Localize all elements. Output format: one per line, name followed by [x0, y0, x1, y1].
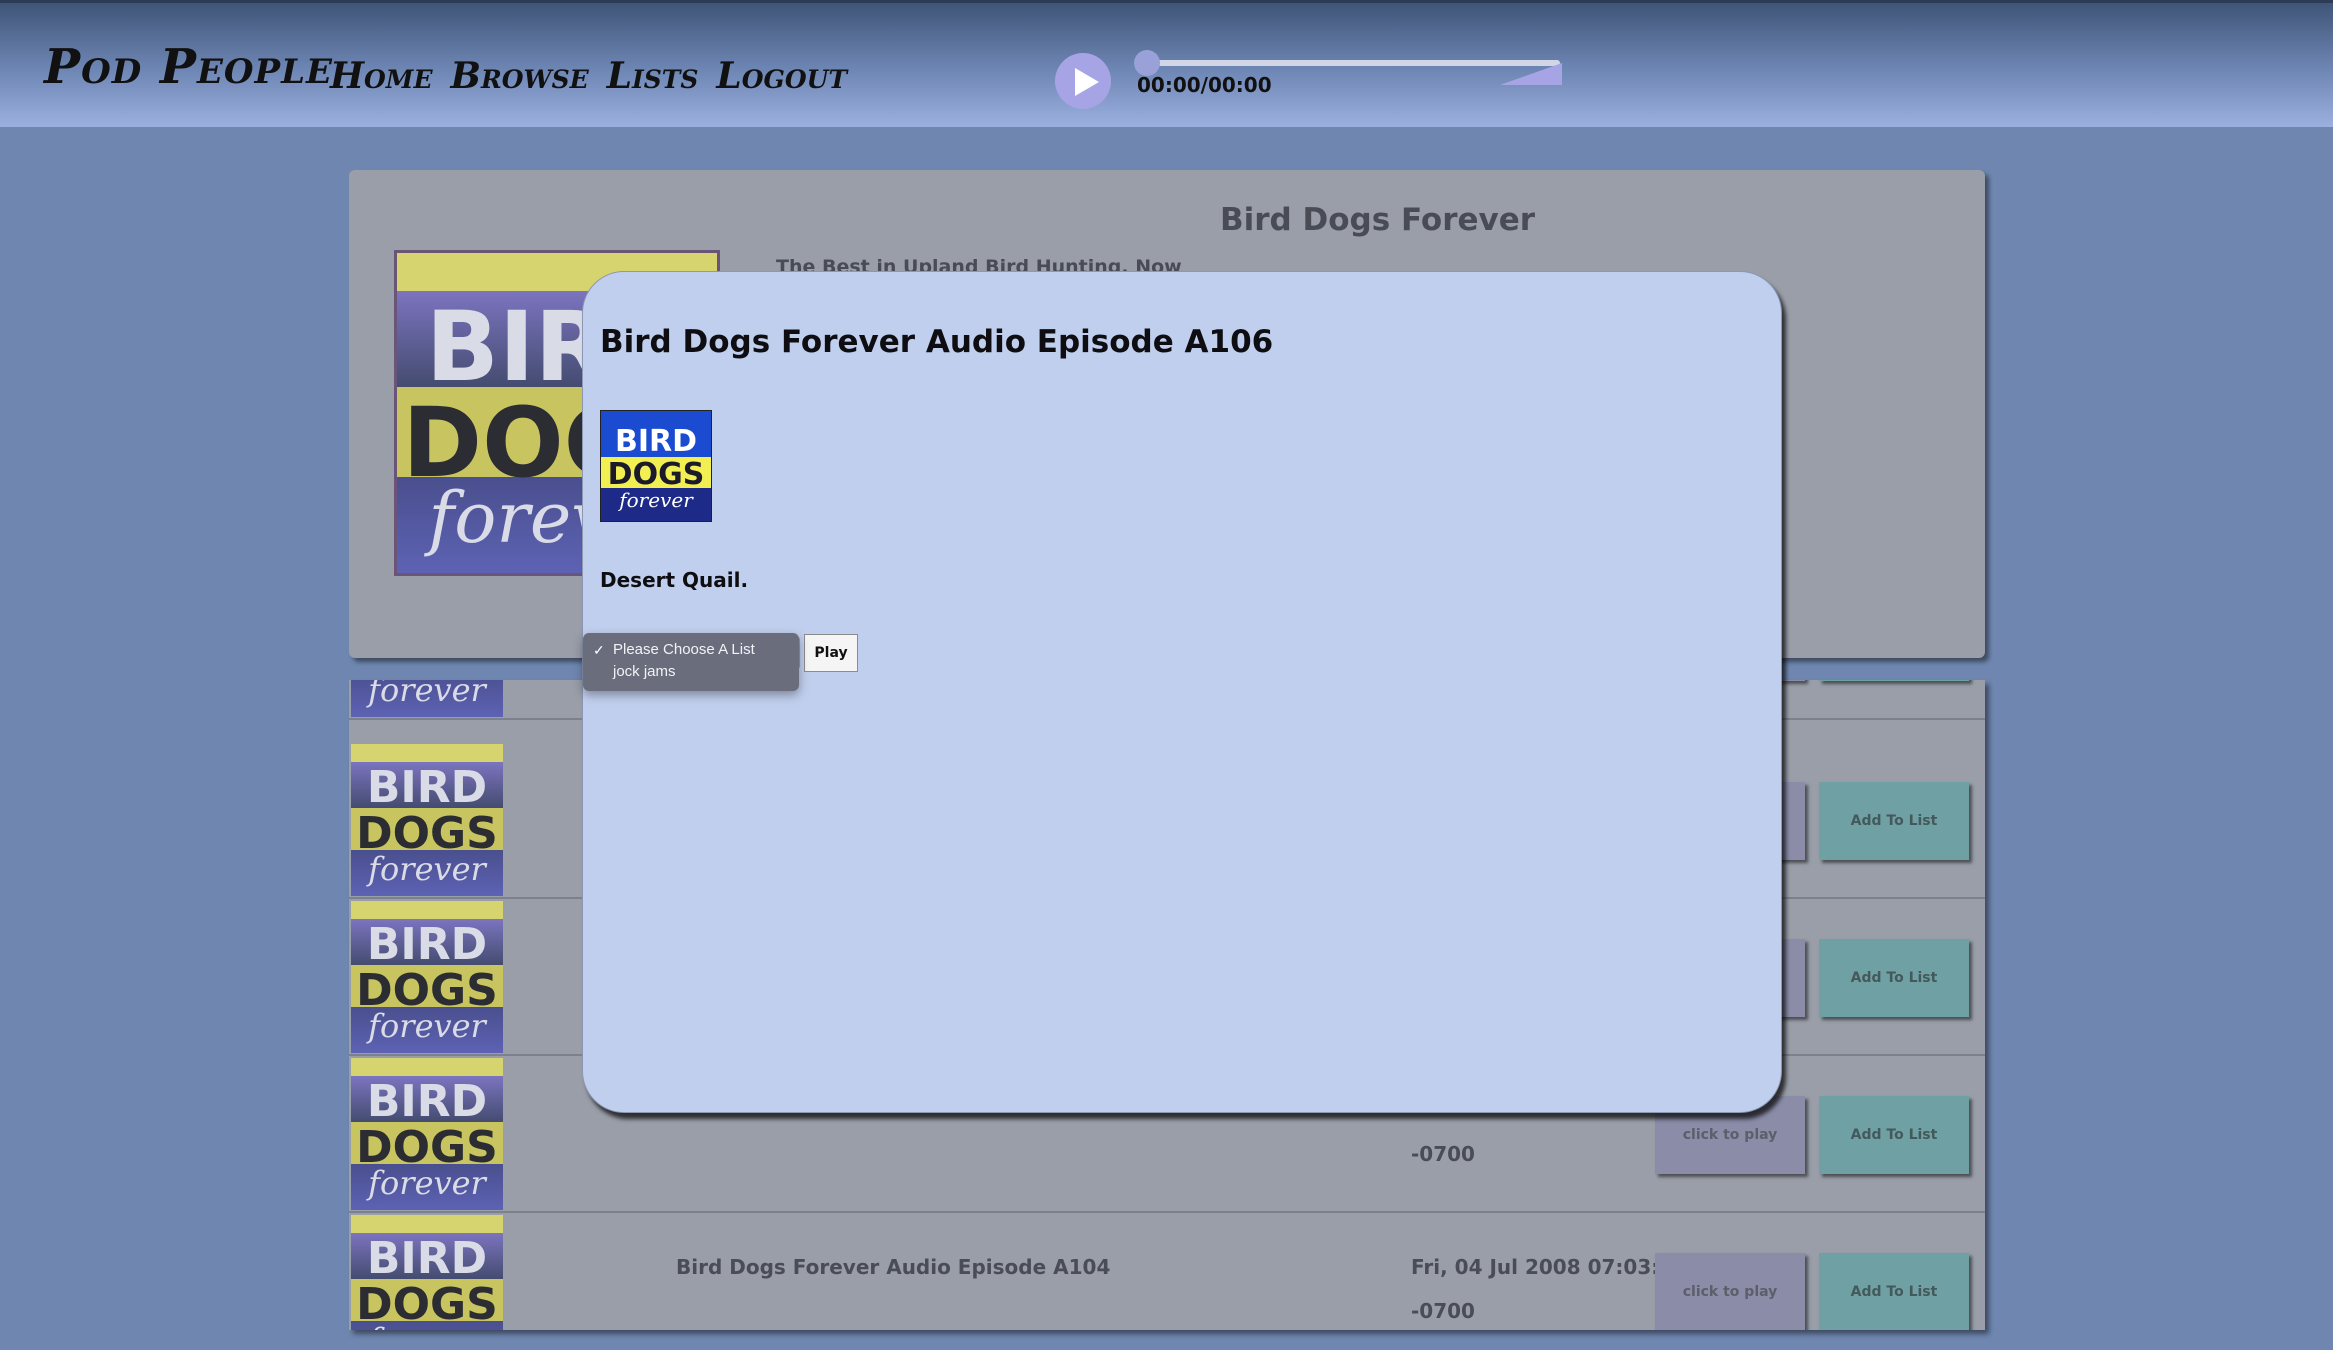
- modal-play-button[interactable]: Play: [804, 634, 858, 672]
- add-to-list-button[interactable]: Add To List: [1819, 939, 1969, 1017]
- episode-thumbnail: BIRD DOGS forever: [351, 680, 503, 717]
- play-icon: [1075, 68, 1099, 96]
- modal-episode-description: Desert Quail.: [600, 568, 749, 592]
- episode-timezone: -0700: [1411, 1299, 1475, 1323]
- list-select-dropdown: ✓ Please Choose A List jock jams: [583, 633, 799, 691]
- thumb-text-forever: forever: [368, 680, 486, 710]
- option-label: Please Choose A List: [613, 641, 755, 658]
- header-bar: Pod People Home Browse Lists Logout 00:0…: [0, 0, 2333, 127]
- player-time: 00:00/00:00: [1137, 73, 1272, 97]
- podcast-title: Bird Dogs Forever: [1220, 202, 1536, 238]
- thumb-text-bird: BIRD: [366, 1076, 488, 1128]
- modal-episode-artwork: BIRD DOGS forever: [600, 410, 712, 522]
- modal-art-text-dogs: DOGS: [607, 457, 705, 493]
- thumb-text-forever: forever: [351, 1321, 503, 1330]
- episode-modal: Bird Dogs Forever Audio Episode A106 BIR…: [582, 271, 1782, 1113]
- thumb-text-bird: BIRD: [366, 1233, 488, 1285]
- thumb-text-forever: forever: [368, 1164, 486, 1203]
- modal-title: Bird Dogs Forever Audio Episode A106: [600, 324, 1274, 360]
- player-progress-bar[interactable]: [1134, 50, 1560, 76]
- dropdown-option-choose-list[interactable]: ✓ Please Choose A List: [583, 639, 799, 661]
- nav-home-link[interactable]: Home: [330, 55, 433, 97]
- episode-date: Fri, 04 Jul 2008 07:03:06: [1411, 1255, 1688, 1279]
- nav-browse-link[interactable]: Browse: [451, 55, 589, 97]
- episode-timezone: -0700: [1411, 1142, 1475, 1166]
- thumb-text-bird: BIRD: [366, 762, 488, 814]
- checkmark-icon: ✓: [593, 642, 605, 658]
- add-to-list-button[interactable]: [1819, 680, 1969, 681]
- episode-thumbnail: BIRD DOGS forever: [351, 744, 503, 896]
- episode-thumbnail: BIRD DOGS forever: [351, 1215, 503, 1330]
- dropdown-option-jock-jams[interactable]: jock jams: [583, 661, 799, 683]
- add-to-list-button[interactable]: Add To List: [1819, 1096, 1969, 1174]
- player-play-button[interactable]: [1055, 53, 1111, 109]
- modal-art-text-forever: forever: [619, 488, 693, 512]
- thumb-text-forever: forever: [368, 1007, 486, 1046]
- modal-art-text-bird: BIRD: [614, 424, 698, 460]
- add-to-list-button[interactable]: Add To List: [1819, 782, 1969, 860]
- add-to-list-button[interactable]: Add To List: [1819, 1253, 1969, 1330]
- nav-logout-link[interactable]: Logout: [716, 55, 847, 97]
- option-label: jock jams: [613, 663, 676, 680]
- episode-thumbnail: BIRD DOGS forever: [351, 1058, 503, 1210]
- click-to-play-button[interactable]: click to play: [1655, 1253, 1805, 1330]
- main-nav: Home Browse Lists Logout: [330, 55, 847, 97]
- episode-title[interactable]: Bird Dogs Forever Audio Episode A104: [676, 1255, 1110, 1279]
- list-item: BIRD DOGS forever Bird Dogs Forever Audi…: [349, 1213, 1985, 1330]
- episode-thumbnail: BIRD DOGS forever: [351, 901, 503, 1053]
- volume-slider-icon[interactable]: [1500, 61, 1562, 87]
- thumb-text-forever: forever: [368, 850, 486, 889]
- nav-lists-link[interactable]: Lists: [607, 55, 699, 97]
- thumb-text-bird: BIRD: [366, 919, 488, 971]
- site-logo[interactable]: Pod People: [44, 39, 333, 95]
